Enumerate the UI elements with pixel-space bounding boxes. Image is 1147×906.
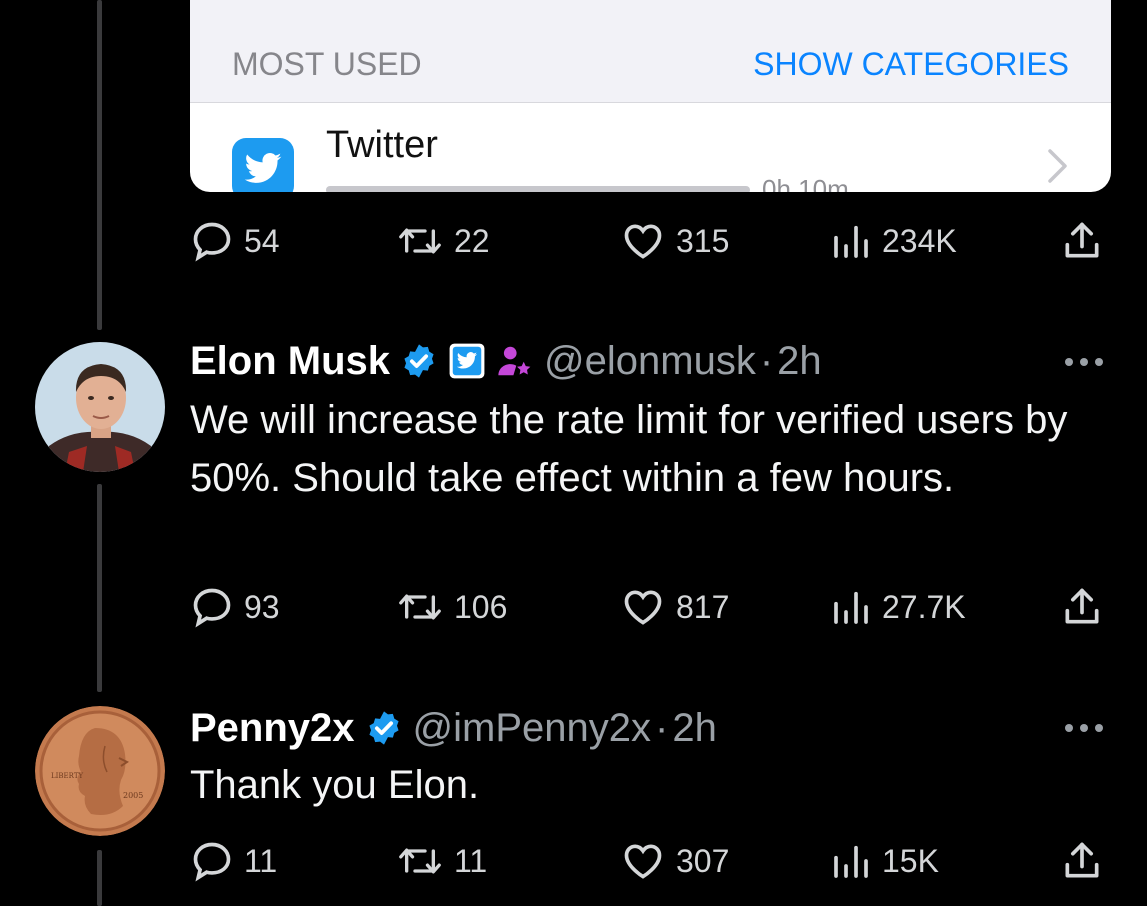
twitter-app-icon	[232, 138, 294, 192]
like-count: 817	[676, 588, 730, 625]
separator-dot: ·	[655, 705, 669, 750]
show-categories-link[interactable]: SHOW CATEGORIES	[753, 46, 1069, 83]
share-button[interactable]	[1060, 582, 1104, 632]
card-header: MOST USED SHOW CATEGORIES	[190, 0, 1111, 103]
person-star-icon[interactable]	[496, 342, 534, 380]
avatar[interactable]: LIBERTY 2005	[35, 706, 165, 836]
twitter-bird-icon	[244, 153, 282, 183]
tweet-actions: 54 22 315 234K	[190, 216, 1111, 266]
view-count: 27.7K	[882, 588, 966, 625]
more-options-icon[interactable]	[1062, 718, 1106, 738]
views-icon	[834, 591, 868, 624]
like-count: 315	[676, 222, 730, 259]
app-name[interactable]: Twitter	[326, 124, 438, 167]
retweet-icon	[399, 228, 441, 254]
heart-icon	[624, 844, 662, 879]
tweet-time[interactable]: 2h	[777, 339, 822, 384]
usage-bar	[326, 186, 750, 192]
author-handle[interactable]: @imPenny2x	[413, 706, 651, 751]
views-button[interactable]: 234K	[830, 216, 957, 266]
usage-time: 0h 10m	[762, 174, 849, 192]
reply-icon	[193, 588, 231, 628]
coin-liberty-text: LIBERTY	[51, 772, 83, 780]
views-icon	[834, 845, 868, 878]
avatar-image	[35, 342, 165, 472]
retweet-icon	[399, 848, 441, 874]
reply-button[interactable]: 93	[190, 582, 280, 632]
reply-count: 93	[244, 588, 280, 625]
coin-year-text: 2005	[123, 791, 143, 800]
thread-line	[97, 850, 102, 906]
reply-button[interactable]: 54	[190, 216, 280, 266]
tweet-header: Elon Musk @elonmusk · 2h	[190, 335, 822, 387]
view-count: 234K	[882, 222, 957, 259]
affiliate-twitter-badge-icon[interactable]	[448, 342, 486, 380]
avatar[interactable]	[35, 342, 165, 472]
retweet-count: 11	[454, 842, 488, 879]
tweet-actions: 11 11 307 15K	[190, 836, 1111, 886]
tweet-text: We will increase the rate limit for veri…	[190, 398, 1068, 500]
retweet-button[interactable]: 106	[396, 582, 507, 632]
views-button[interactable]: 15K	[830, 836, 939, 886]
reply-count: 11	[244, 842, 278, 879]
like-count: 307	[676, 842, 730, 879]
share-icon	[1065, 588, 1099, 624]
share-icon	[1065, 222, 1099, 258]
heart-icon	[624, 590, 662, 625]
more-options-icon[interactable]	[1062, 352, 1106, 372]
verified-badge-icon[interactable]	[365, 709, 403, 747]
reply-count: 54	[244, 222, 280, 259]
share-icon	[1065, 842, 1099, 878]
thread-line	[97, 0, 102, 330]
like-button[interactable]: 315	[620, 216, 729, 266]
view-count: 15K	[882, 842, 939, 879]
retweet-count: 22	[454, 222, 490, 259]
reply-icon	[193, 222, 231, 262]
reply-icon	[193, 842, 231, 882]
like-button[interactable]: 307	[620, 836, 729, 886]
author-name[interactable]: Elon Musk	[190, 339, 390, 384]
verified-badge-icon[interactable]	[400, 342, 438, 380]
reply-button[interactable]: 11	[190, 836, 277, 886]
author-handle[interactable]: @elonmusk	[544, 339, 756, 384]
screen-time-card: MOST USED SHOW CATEGORIES Twitter 0h 10m	[190, 0, 1111, 192]
separator-dot: ·	[759, 338, 774, 383]
chevron-right-icon[interactable]	[1047, 148, 1069, 184]
views-button[interactable]: 27.7K	[830, 582, 966, 632]
views-icon	[834, 225, 868, 258]
author-name[interactable]: Penny2x	[190, 706, 355, 751]
tweet-time[interactable]: 2h	[672, 706, 717, 751]
tweet-actions: 93 106 817 27.7K	[190, 582, 1111, 632]
share-button[interactable]	[1060, 836, 1104, 886]
retweet-button[interactable]: 11	[396, 836, 487, 886]
like-button[interactable]: 817	[620, 582, 729, 632]
share-button[interactable]	[1060, 216, 1104, 266]
most-used-label: MOST USED	[232, 46, 422, 82]
retweet-count: 106	[454, 588, 508, 625]
tweet-header: Penny2x @imPenny2x · 2h	[190, 702, 717, 754]
thread-line	[97, 484, 102, 692]
penny-coin-avatar: LIBERTY 2005	[35, 706, 165, 836]
retweet-button[interactable]: 22	[396, 216, 490, 266]
tweet-text: Thank you Elon.	[190, 763, 480, 807]
retweet-icon	[399, 594, 441, 620]
heart-icon	[624, 224, 662, 259]
